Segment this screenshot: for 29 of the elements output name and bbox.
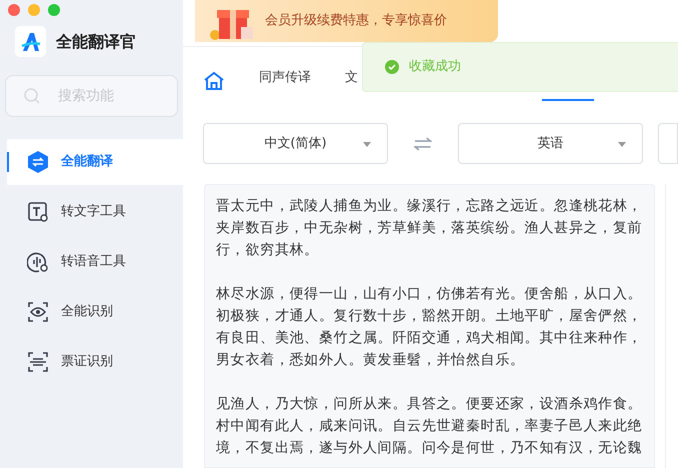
sidebar-item[interactable]: 票证识别 xyxy=(7,339,183,385)
sidebar-item[interactable]: 转文字工具 xyxy=(7,189,183,235)
toast-message: 收藏成功 xyxy=(409,58,461,76)
text-icon xyxy=(27,201,49,223)
caret-icon xyxy=(618,142,626,147)
promo-banner[interactable]: 会员升级续费特惠，专享惊喜价 xyxy=(195,0,498,42)
document-scan-icon xyxy=(27,351,49,373)
search-icon xyxy=(23,87,41,105)
tab[interactable]: 文 xyxy=(345,68,358,101)
sidebar-item[interactable]: 转语音工具 xyxy=(7,239,183,285)
tab[interactable]: 同声传译 xyxy=(259,68,311,101)
eye-scan-icon xyxy=(27,301,49,323)
sidebar-item[interactable]: 全能识别 xyxy=(7,289,183,335)
app-title: 全能翻译官 xyxy=(56,30,136,52)
caret-icon xyxy=(363,142,371,147)
paragraph: 晋太元中，武陵人捕鱼为业。缘溪行，忘路之远近。忽逢桃花林，夹岸数百步，中无杂树，芳草鲜美，落英缤纷。渔人甚异之，复前行，欲穷其林。 xyxy=(216,197,644,260)
voice-wave-icon xyxy=(27,251,49,273)
sidebar-item[interactable]: 全能翻译 xyxy=(7,139,183,185)
app-logo-icon xyxy=(15,26,46,57)
check-circle-icon xyxy=(385,60,399,74)
paragraph: 林尽水源，便得一山，山有小口，仿佛若有光。便舍船，从口入。初极狭，才通人。复行数十步，豁然开朗。土地平旷，屋舍俨然，有良田、美池、桑竹之属。阡陌交通，鸡犬相闻。其中往来种作，男女衣着，悉如外人。黄发垂髫，并怡然自乐。 xyxy=(216,285,644,370)
paragraph: 见渔人，乃大惊，问所从来。具答之。便要还家，设酒杀鸡作食。村中闻有此人，咸来问讯。自云先世避秦时乱，率妻子邑人来此绝境，不复出焉，遂与外人间隔。问今是何世，乃不知有汉，无论魏 xyxy=(216,395,644,458)
target-language-dropdown[interactable]: 英语 xyxy=(458,123,644,164)
swap-icon[interactable] xyxy=(414,136,432,152)
home-icon[interactable] xyxy=(203,71,225,91)
toolbar-edge xyxy=(658,123,678,164)
hexagon-swap-icon xyxy=(27,150,49,174)
promo-text: 会员升级续费特惠，专享惊喜价 xyxy=(265,12,447,30)
source-language-dropdown[interactable]: 中文(简体) xyxy=(203,123,388,164)
